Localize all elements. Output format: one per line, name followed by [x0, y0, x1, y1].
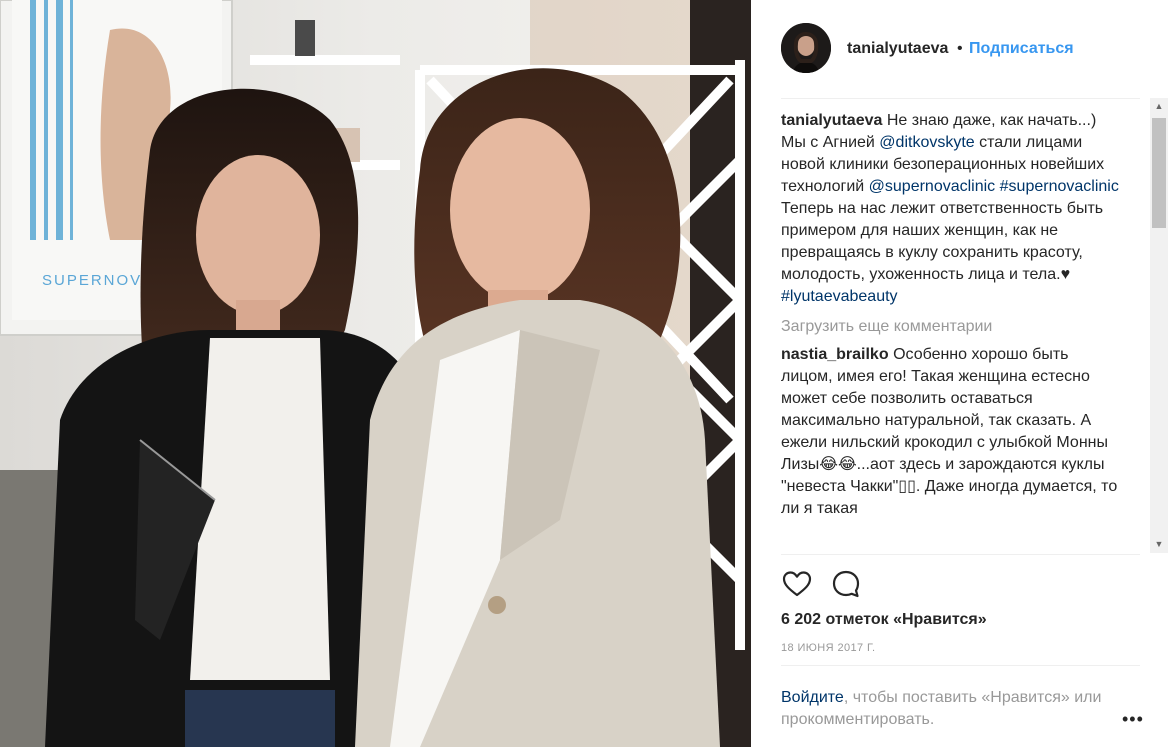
heart-icon[interactable]: [781, 568, 813, 600]
login-prompt: Войдите, чтобы поставить «Нравится» или …: [781, 687, 1111, 731]
comments-list[interactable]: tanialyutaeva Не знаю даже, как начать..…: [781, 110, 1121, 554]
hashtag-link[interactable]: #lyutaevabeauty: [781, 288, 898, 305]
post-photo[interactable]: SUPERNOVA: [0, 0, 751, 747]
comments-scrollbar[interactable]: ▲ ▼: [1150, 98, 1168, 553]
comment-username[interactable]: nastia_brailko: [781, 346, 889, 363]
divider: [781, 98, 1140, 99]
hashtag-link[interactable]: #supernovaclinic: [1000, 178, 1119, 195]
caption: tanialyutaeva Не знаю даже, как начать..…: [781, 110, 1121, 308]
login-link[interactable]: Войдите: [781, 689, 844, 706]
follow-button[interactable]: Подписаться: [969, 40, 1074, 58]
divider: [781, 554, 1140, 555]
caption-text-3: Теперь на нас лежит ответственность быть…: [781, 200, 1104, 283]
post-header: tanialyutaeva • Подписаться: [751, 0, 1168, 98]
separator-dot: •: [957, 40, 963, 57]
scroll-up-arrow-icon[interactable]: ▲: [1150, 98, 1168, 115]
mention-link[interactable]: @ditkovskyte: [879, 134, 974, 151]
comment-icon[interactable]: [830, 568, 862, 600]
post-sidebar: tanialyutaeva • Подписаться tanialyutaev…: [751, 0, 1168, 747]
author-username[interactable]: tanialyutaeva: [847, 40, 948, 58]
scroll-down-arrow-icon[interactable]: ▼: [1150, 536, 1168, 553]
likes-count[interactable]: 6 202 отметок «Нравится»: [781, 611, 987, 629]
more-options-icon[interactable]: •••: [1122, 709, 1144, 730]
scroll-thumb[interactable]: [1152, 118, 1166, 228]
load-more-comments[interactable]: Загрузить еще комментарии: [781, 316, 1121, 338]
comment: nastia_brailko Особенно хорошо быть лицо…: [781, 344, 1121, 520]
mention-link[interactable]: @supernovaclinic: [869, 178, 996, 195]
caption-username[interactable]: tanialyutaeva: [781, 112, 882, 129]
comment-text: Особенно хорошо быть лицом, имея его! Та…: [781, 346, 1118, 517]
poster-brand: SUPERNOVA: [42, 272, 153, 289]
post-date: 18 ИЮНЯ 2017 Г.: [781, 642, 876, 654]
avatar[interactable]: [781, 23, 831, 73]
divider: [781, 665, 1140, 666]
